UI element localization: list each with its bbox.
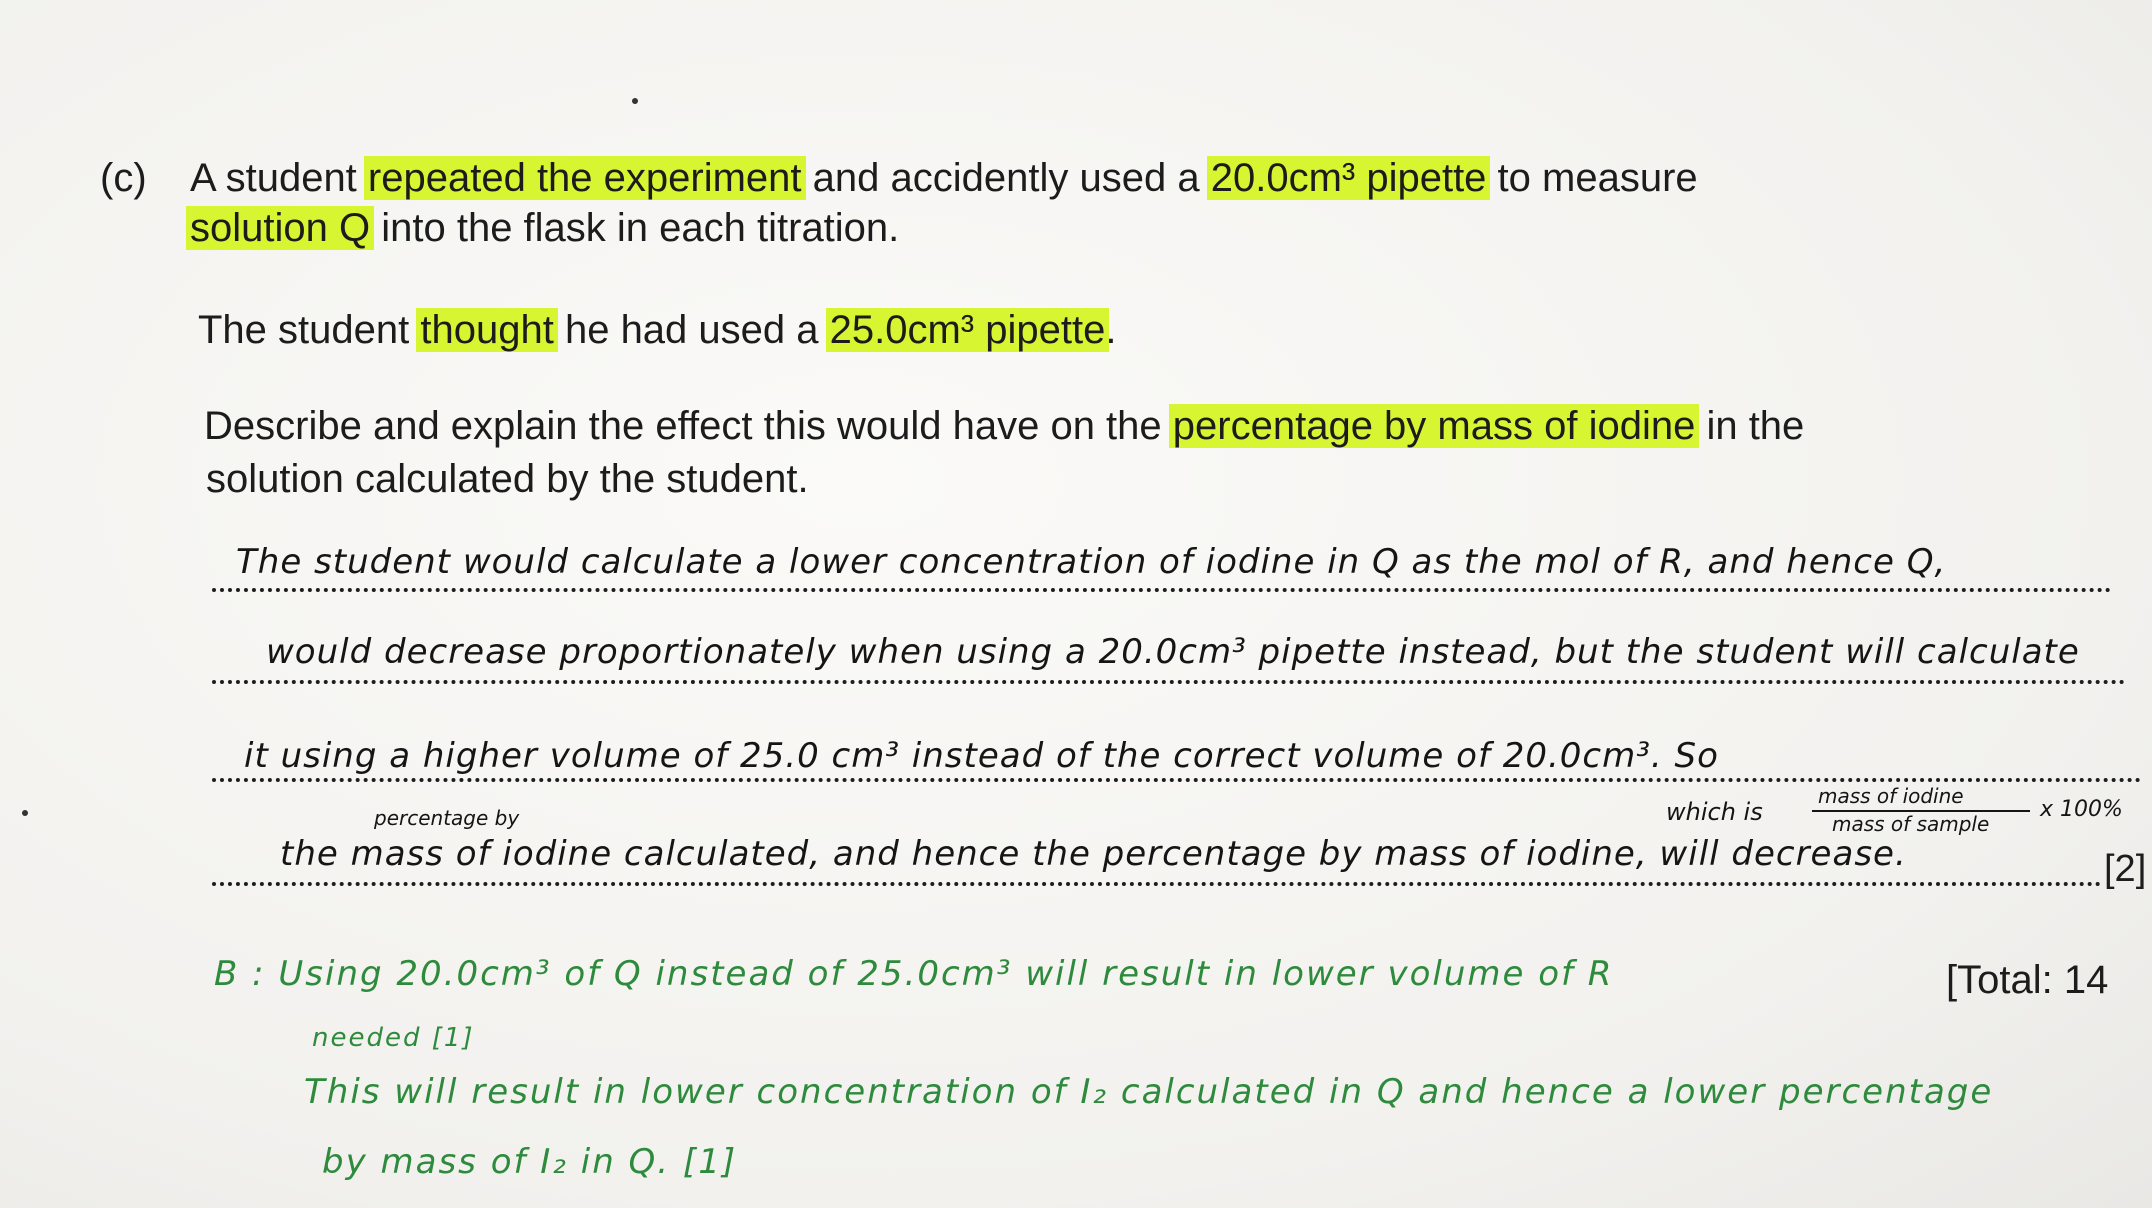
question-line-1: A student repeated the experiment and ac… — [190, 154, 1698, 202]
feedback-line-3: by mass of I₂ in Q. [1] — [322, 1142, 738, 1182]
highlight-percentage: percentage by mass of iodine — [1168, 404, 1700, 448]
question-text: in the — [1695, 404, 1805, 448]
question-text: he had used a — [553, 308, 830, 352]
marks-available: [2] — [2104, 848, 2147, 890]
question-text: The student — [198, 308, 421, 352]
feedback-line-1b: needed [1] — [312, 1023, 475, 1053]
question-line-5: solution calculated by the student. — [206, 457, 809, 501]
highlight-solution-q: solution Q — [186, 206, 375, 250]
feedback-line-2: This will result in lower concentration … — [304, 1072, 1994, 1112]
question-text: Describe and explain the effect this wou… — [204, 404, 1173, 448]
answer-line-3: it using a higher volume of 25.0 cm³ ins… — [244, 736, 1719, 776]
annotation-fraction-top: mass of iodine — [1818, 784, 1964, 808]
answer-dotted-rule-3 — [212, 778, 2142, 782]
highlight-pipette-20: 20.0cm³ pipette — [1206, 156, 1491, 200]
question-line-2: solution Q into the flask in each titrat… — [186, 204, 900, 252]
answer-dotted-rule-1 — [212, 588, 2112, 592]
question-text: to measure — [1486, 156, 1698, 200]
annotation-which-is: which is — [1666, 798, 1763, 826]
answer-line-2: would decrease proportionately when usin… — [266, 632, 2080, 672]
highlight-repeated: repeated the experiment — [363, 156, 806, 200]
annotation-percentage: percentage by — [374, 806, 520, 830]
worksheet-page: (c) A student repeated the experiment an… — [0, 0, 2152, 1208]
margin-dot — [22, 810, 28, 816]
total-marks: [Total: 14 — [1946, 958, 2109, 1002]
question-text: and accidently used a — [801, 156, 1211, 200]
question-line-3: The student thought he had used a 25.0cm… — [198, 306, 1116, 354]
answer-line-4: the mass of iodine calculated, and hence… — [280, 834, 1907, 874]
question-text: A student — [190, 156, 368, 200]
feedback-line-1: B : Using 20.0cm³ of Q instead of 25.0cm… — [214, 954, 1614, 994]
answer-dotted-rule-4 — [212, 882, 2102, 886]
answer-line-1: The student would calculate a lower conc… — [236, 542, 1947, 582]
answer-dotted-rule-2 — [212, 680, 2126, 684]
highlight-pipette-25: 25.0cm³ pipette — [825, 308, 1110, 352]
stray-dot — [632, 98, 638, 104]
annotation-times-100: x 100% — [2040, 797, 2123, 822]
question-text: . — [1105, 308, 1117, 352]
question-label: (c) — [100, 156, 147, 200]
question-line-4: Describe and explain the effect this wou… — [204, 402, 1804, 450]
highlight-thought: thought — [416, 308, 558, 352]
question-text: into the flask in each titration. — [370, 206, 900, 250]
